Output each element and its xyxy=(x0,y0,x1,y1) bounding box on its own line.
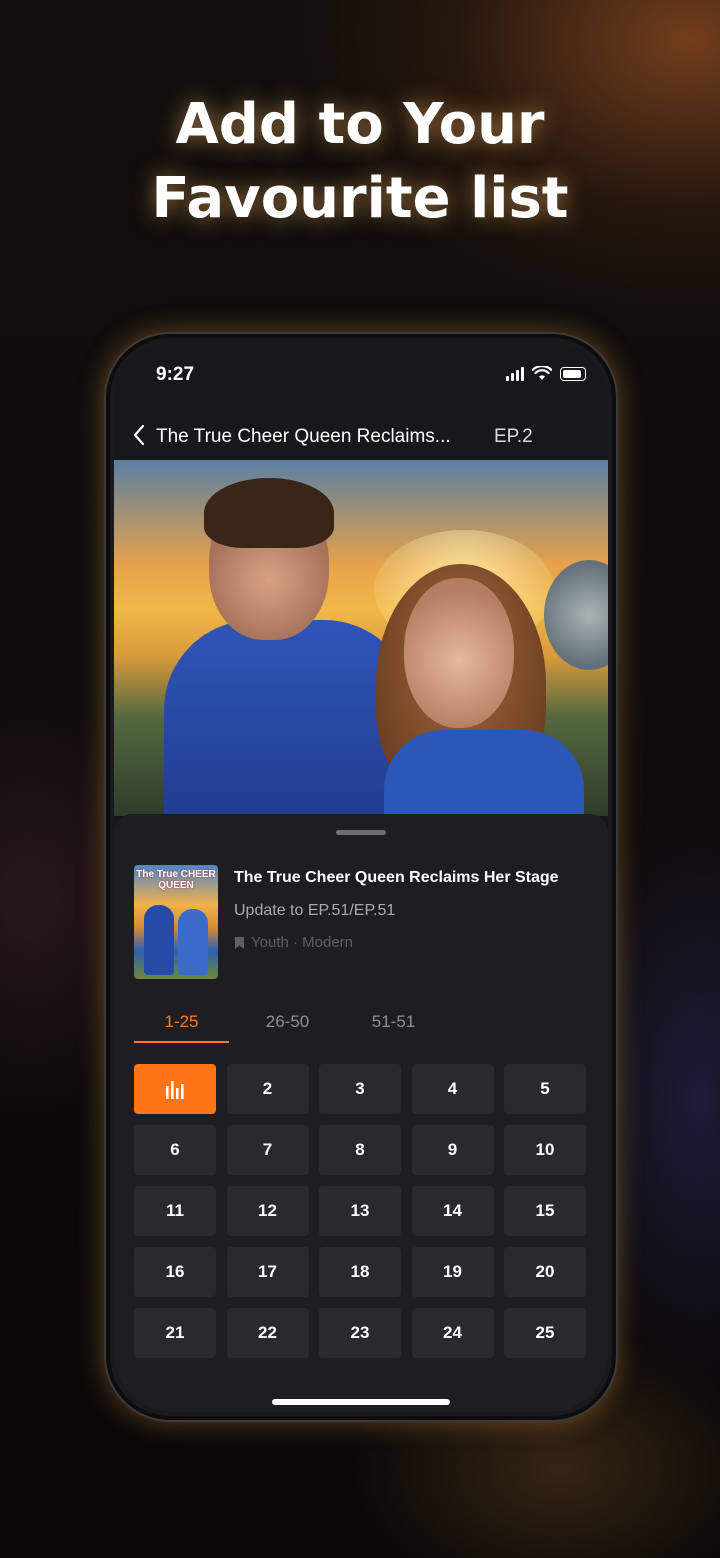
episode-button[interactable]: 7 xyxy=(226,1125,309,1175)
back-icon[interactable] xyxy=(124,420,154,450)
episode-button[interactable]: 5 xyxy=(504,1064,586,1114)
tab-51-51[interactable]: 51-51 xyxy=(346,1012,441,1032)
active-tab-underline xyxy=(134,1041,229,1043)
drama-title: The True Cheer Queen Reclaims Her Stage xyxy=(234,869,559,886)
episode-button[interactable]: 15 xyxy=(504,1186,586,1236)
drama-tags: Youth · Modern xyxy=(234,934,353,951)
episode-button[interactable]: 2 xyxy=(226,1064,309,1114)
drama-cover: The True CHEER QUEEN xyxy=(134,865,218,979)
episode-button[interactable]: 23 xyxy=(319,1308,401,1358)
episode-button[interactable]: 24 xyxy=(411,1308,494,1358)
episode-button[interactable]: 25 xyxy=(504,1308,586,1358)
episode-button[interactable]: 20 xyxy=(504,1247,586,1297)
episode-button[interactable]: 12 xyxy=(226,1186,309,1236)
episode-button[interactable]: 4 xyxy=(411,1064,494,1114)
nav-title: The True Cheer Queen Reclaims... xyxy=(156,426,451,447)
status-time: 9:27 xyxy=(156,364,195,385)
episode-button[interactable]: 14 xyxy=(411,1186,494,1236)
episode-button[interactable]: 18 xyxy=(319,1247,401,1297)
episode-button[interactable]: 17 xyxy=(226,1247,309,1297)
episode-grid: 2 3 4 5 6 7 8 9 10 11 12 13 14 15 16 17 18 19 20 21 22 23 24 25 xyxy=(134,1064,586,1358)
tab-1-25[interactable]: 1-25 xyxy=(134,1012,229,1032)
phone-screen: 9:27 The True Cheer Queen Reclaims... EP… xyxy=(114,342,608,1412)
signal-icon xyxy=(506,367,524,381)
headline-line-2: Favourite list xyxy=(151,166,569,231)
sheet-grabber[interactable] xyxy=(336,830,386,835)
episode-button[interactable]: 13 xyxy=(319,1186,401,1236)
nav-episode: EP.2 xyxy=(494,426,533,447)
episode-button[interactable]: 11 xyxy=(134,1186,216,1236)
episode-button[interactable]: 8 xyxy=(319,1125,401,1175)
headline-line-1: Add to Your xyxy=(175,92,545,157)
top-nav: The True Cheer Queen Reclaims... EP.2 xyxy=(114,412,608,460)
status-icons xyxy=(506,366,586,381)
episode-button[interactable]: 3 xyxy=(319,1064,401,1114)
phone-frame: 9:27 The True Cheer Queen Reclaims... EP… xyxy=(104,332,618,1422)
bookmark-icon xyxy=(235,936,244,949)
now-playing-icon xyxy=(166,1081,184,1099)
battery-icon xyxy=(560,367,586,381)
episode-button[interactable]: 19 xyxy=(411,1247,494,1297)
promo-headline: Add to Your Favourite list xyxy=(0,88,720,236)
tab-26-50[interactable]: 26-50 xyxy=(240,1012,335,1032)
update-status: Update to EP.51/EP.51 xyxy=(234,902,396,919)
video-player[interactable] xyxy=(114,460,608,816)
episode-button[interactable]: 22 xyxy=(226,1308,309,1358)
episode-button[interactable]: 16 xyxy=(134,1247,216,1297)
episode-button[interactable]: 9 xyxy=(411,1125,494,1175)
status-bar: 9:27 xyxy=(114,342,608,412)
episode-button[interactable]: 6 xyxy=(134,1125,216,1175)
wifi-icon xyxy=(532,366,552,380)
tags-text: Youth · Modern xyxy=(251,934,354,951)
episode-sheet: The True CHEER QUEEN The True Cheer Quee… xyxy=(114,814,608,1412)
episode-button[interactable]: 10 xyxy=(504,1125,586,1175)
cover-title: The True CHEER QUEEN xyxy=(136,869,216,891)
episode-playing-button[interactable] xyxy=(134,1064,216,1114)
episode-button[interactable]: 21 xyxy=(134,1308,216,1358)
episode-range-tabs: 1-25 26-50 51-51 xyxy=(134,1004,594,1044)
home-indicator xyxy=(272,1399,450,1405)
